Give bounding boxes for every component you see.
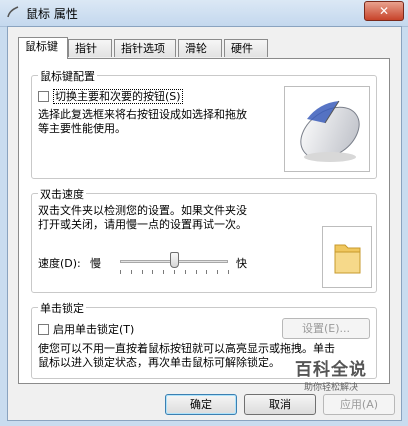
slider-tick [195, 270, 197, 274]
slider-tick [228, 270, 229, 274]
title-bar: 鼠标 属性 ✕ [0, 0, 408, 27]
tab-wheel[interactable]: 滑轮 [178, 39, 222, 57]
slider-tick [120, 270, 121, 274]
watermark-logo: 百科全说 助你轻松解决 [283, 355, 379, 403]
tab-pointers[interactable]: 指针 [68, 39, 112, 57]
slider-tick [141, 270, 143, 274]
tab-panel: 鼠标键配置 切换主要和次要的按钮(S) 选择此复选框来将右按钮设成如选择和拖放 … [18, 58, 390, 384]
slow-label: 慢 [90, 257, 101, 270]
double-click-title: 双击速度 [38, 186, 86, 202]
checkbox-box[interactable] [38, 324, 49, 335]
slider-tick [217, 270, 219, 274]
watermark-subtitle: 助你轻松解决 [303, 383, 358, 393]
tab-pointer-options[interactable]: 指针选项 [114, 39, 176, 57]
watermark-title: 百科全说 [295, 360, 367, 380]
mouse-icon [7, 6, 19, 18]
slider-tick [130, 270, 132, 274]
slider-tick [163, 270, 165, 274]
double-click-description: 双击文件夹以检测您的设置。如果文件夹没 打开或关闭，请用慢一点的设置再试一次。 [38, 204, 308, 232]
description-line: 打开或关闭，请用慢一点的设置再试一次。 [38, 218, 247, 231]
ok-button[interactable]: 确定 [165, 394, 237, 415]
tab-hardware[interactable]: 硬件 [224, 39, 268, 57]
speed-label: 速度(D): [38, 257, 81, 270]
click-lock-label: 启用单击锁定(T) [53, 323, 135, 336]
checkbox-box[interactable] [38, 91, 49, 102]
button-config-group: 鼠标键配置 切换主要和次要的按钮(S) 选择此复选框来将右按钮设成如选择和拖放 … [31, 68, 377, 179]
mouse-image [300, 100, 360, 162]
window-title: 鼠标 属性 [26, 7, 78, 21]
slider-tick [184, 270, 186, 274]
settings-button[interactable]: 设置(E)... [282, 318, 370, 339]
tab-buttons[interactable]: 鼠标键 [18, 37, 68, 59]
button-config-title: 鼠标键配置 [38, 68, 97, 84]
click-lock-title: 单击锁定 [38, 300, 86, 316]
slider-tick [206, 270, 208, 274]
switch-buttons-checkbox[interactable]: 切换主要和次要的按钮(S) [38, 88, 183, 104]
speed-slider-thumb[interactable] [170, 252, 179, 268]
button-config-description: 选择此复选框来将右按钮设成如选择和拖放 等主要性能使用。 [38, 108, 278, 136]
fast-label: 快 [236, 257, 247, 270]
close-button[interactable]: ✕ [364, 1, 404, 21]
slider-tick [174, 270, 175, 274]
description-line: 等主要性能使用。 [38, 122, 126, 135]
mouse-illustration [284, 86, 370, 172]
double-click-group: 双击速度 双击文件夹以检测您的设置。如果文件夹没 打开或关闭，请用慢一点的设置再… [31, 186, 377, 293]
description-line: 双击文件夹以检测您的设置。如果文件夹没 [38, 204, 247, 217]
slider-tick [152, 270, 154, 274]
switch-buttons-label: 切换主要和次要的按钮(S) [53, 89, 183, 104]
test-folder-area[interactable] [322, 226, 372, 288]
description-line: 选择此复选框来将右按钮设成如选择和拖放 [38, 108, 247, 121]
folder-icon[interactable] [323, 227, 371, 287]
click-lock-checkbox[interactable]: 启用单击锁定(T) [38, 321, 134, 337]
description-line: 使您可以不用一直按着鼠标按钮就可以高亮显示或拖拽。单击 [38, 342, 335, 355]
